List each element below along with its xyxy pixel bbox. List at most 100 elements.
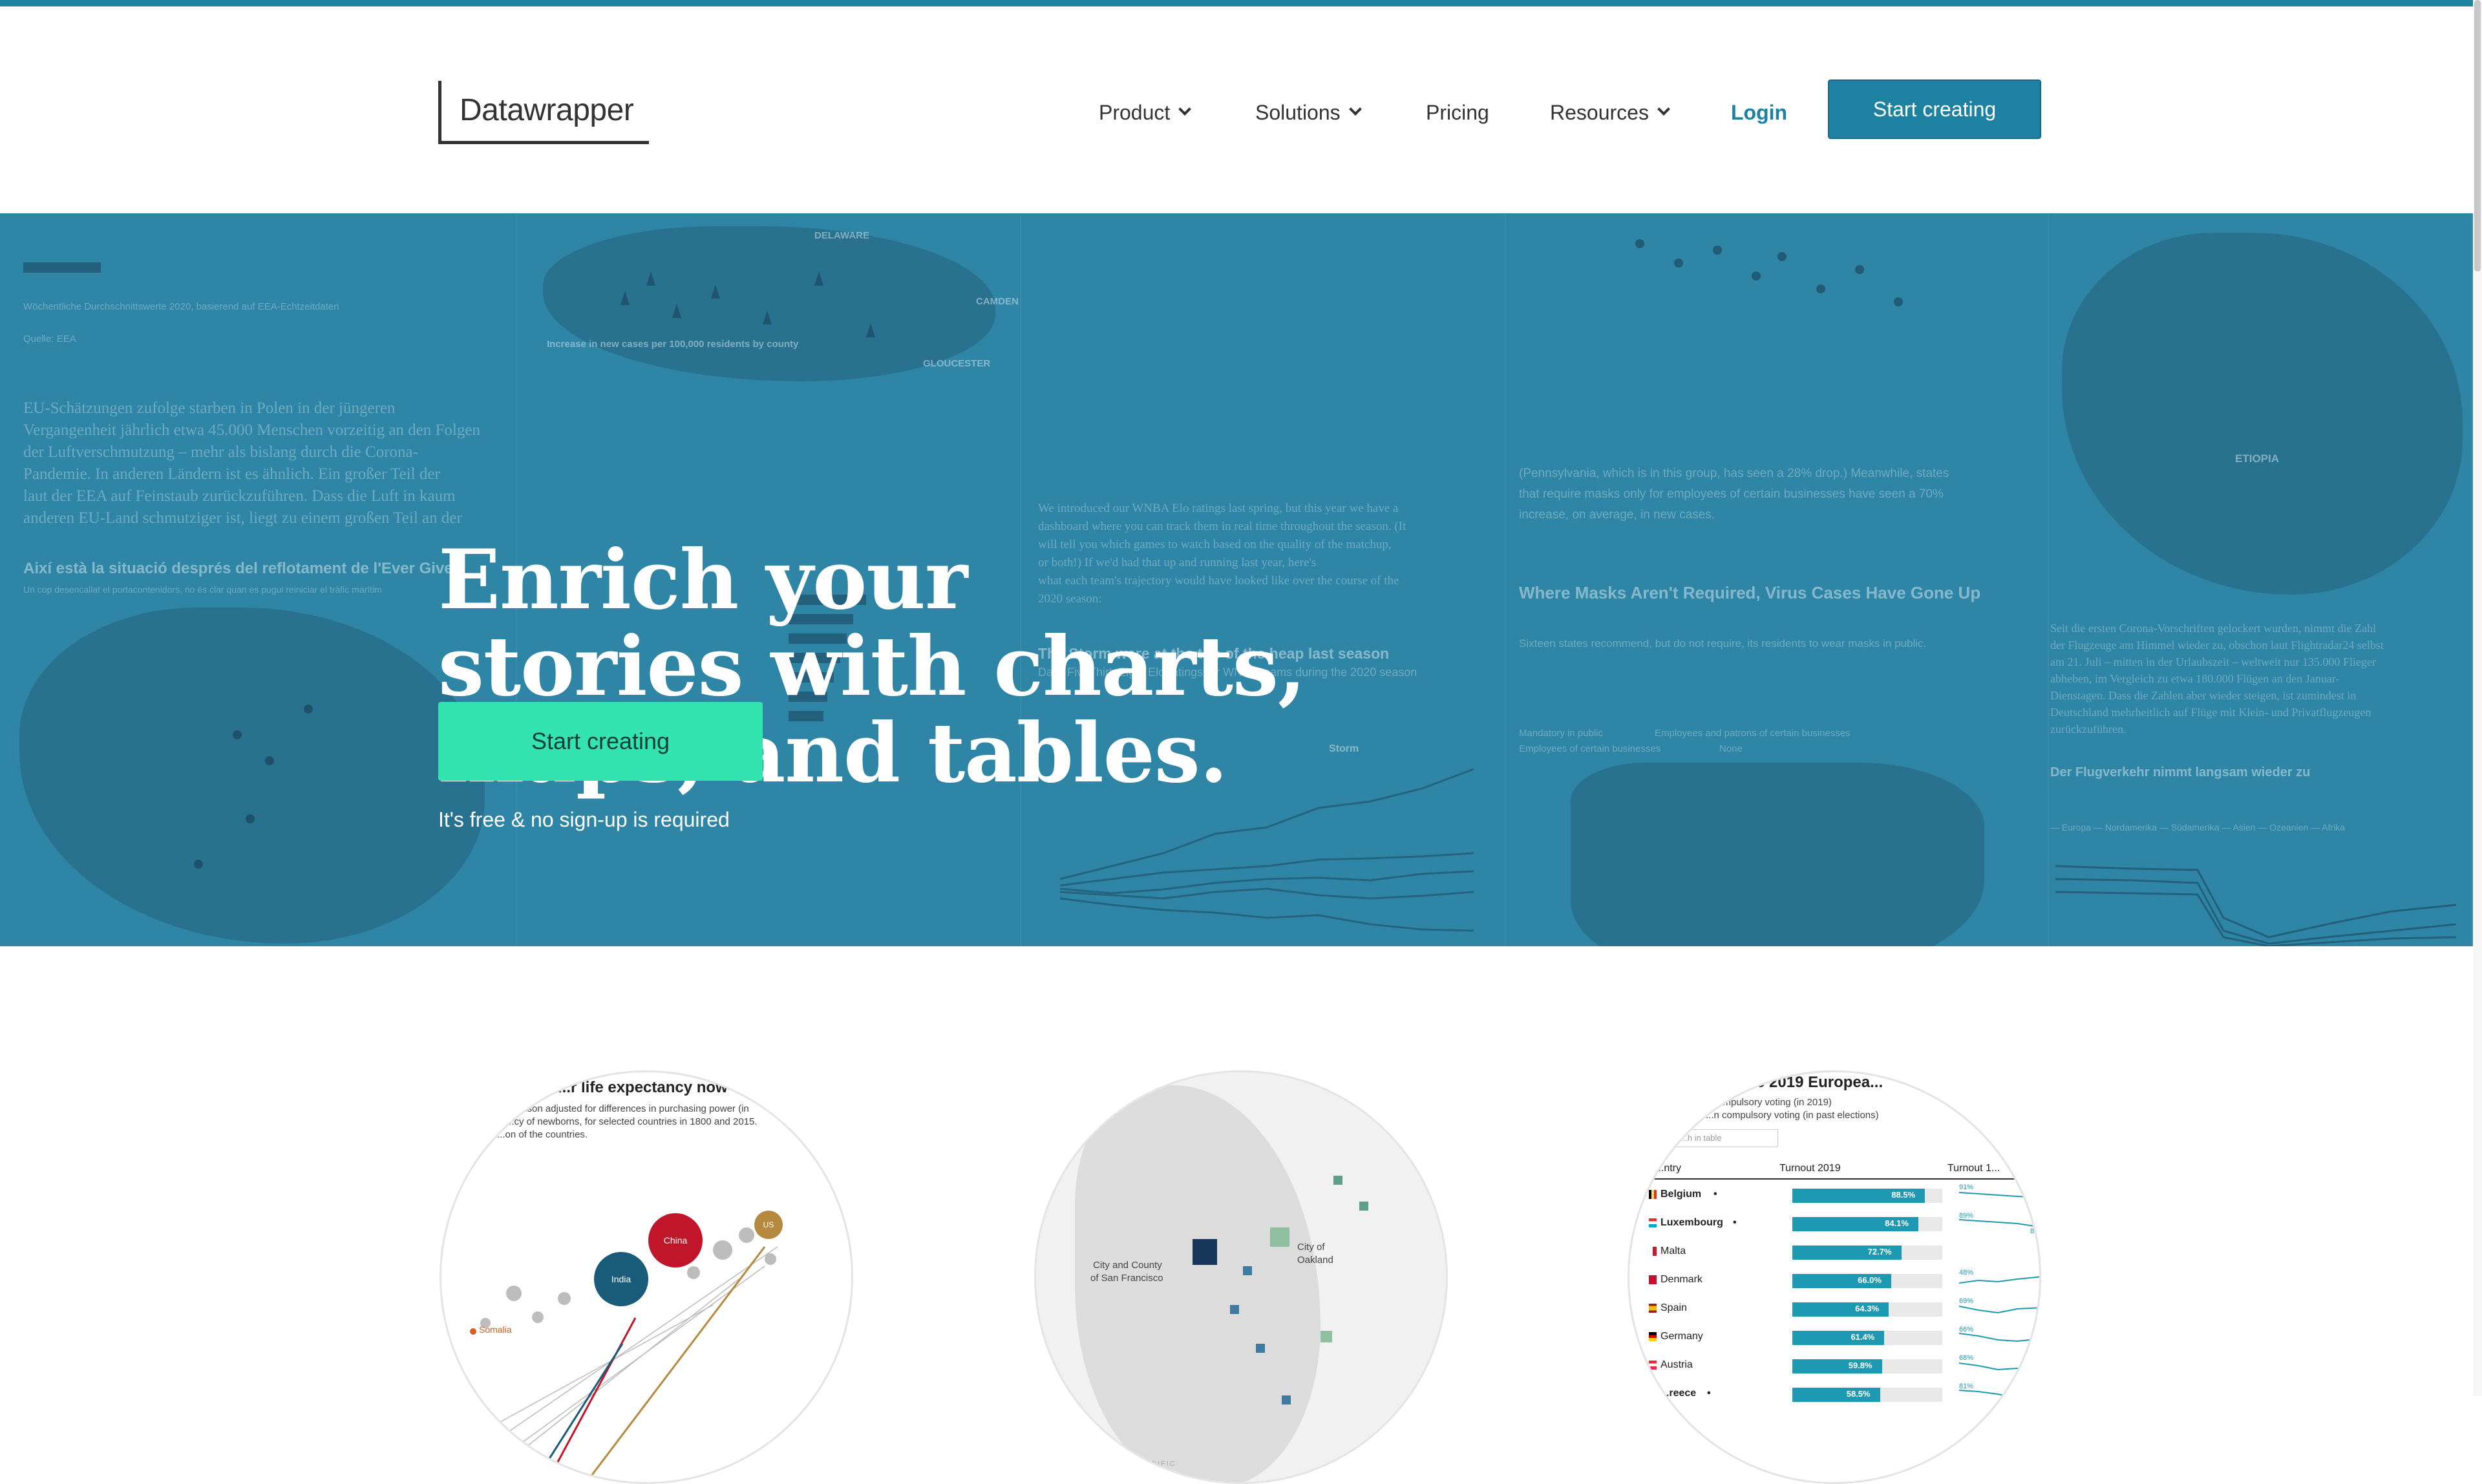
header-start-creating-button[interactable]: Start creating: [1828, 80, 2041, 139]
site-header: Datawrapper Product Solutions Pricing Re…: [0, 6, 2482, 213]
table-title: ...e 2019 Europea...: [1743, 1074, 1883, 1091]
table-sparkline: [1959, 1276, 2039, 1284]
showcase-scatter-chart[interactable]: ...r life expectancy now ...son adjusted…: [440, 1070, 853, 1484]
collage-legend-entry: Employees and patrons of certain busines…: [1655, 728, 1851, 739]
scatter-point: [713, 1240, 732, 1260]
collage-map-shape: [2062, 233, 2463, 595]
table-header-turnout-history[interactable]: Turnout 1...: [1947, 1163, 2000, 1174]
collage-paragraph-line: (Pennsylvania, which is in this group, h…: [1519, 467, 1949, 480]
table-subtitle-line: ...n compulsory voting (in past election…: [1706, 1110, 1879, 1121]
nav-pricing[interactable]: Pricing: [1426, 100, 1489, 125]
scatter-point: [506, 1286, 522, 1301]
table-search-input[interactable]: ...h in table: [1675, 1129, 1778, 1147]
collage-legend-entry: Mandatory in public: [1519, 728, 1604, 739]
table-row: ...reece • 58.5% 81%: [1642, 1383, 2039, 1406]
table-cell-country: Spain: [1660, 1302, 1687, 1313]
collage-chart-title: Increase in new cases per 100,000 reside…: [547, 339, 799, 350]
map-label-ocean: PACIFIC: [1140, 1460, 1176, 1468]
table-row: Denmark 66.0% 48%: [1642, 1269, 2039, 1292]
table-cell-country: Luxembourg: [1660, 1217, 1723, 1228]
collage-scatter-point: [1894, 297, 1903, 306]
table-bar-value: 88.5%: [1891, 1190, 1916, 1200]
nav-pricing-label: Pricing: [1426, 101, 1489, 124]
login-link[interactable]: Login: [1731, 100, 1787, 125]
collage-paragraph-line: Pandemie. In anderen Ländern ist es ähnl…: [23, 465, 440, 483]
collage-paragraph-line: increase, on average, in new cases.: [1519, 508, 1715, 522]
collage-paragraph-line: der Flugzeuge am Himmel wieder zu, obsch…: [2050, 639, 2384, 652]
collage-scatter-point: [1713, 246, 1722, 255]
collage-scatter-point: [1855, 265, 1864, 274]
scatter-point: [687, 1266, 700, 1279]
hero-start-creating-button[interactable]: Start creating: [438, 702, 763, 781]
collage-place-label: CAMDEN: [976, 296, 1019, 307]
map-label-oakland: City of: [1297, 1242, 1325, 1253]
collage-subheading: Un cop desencallat el portacontenidors, …: [23, 584, 382, 595]
nav-solutions[interactable]: Solutions: [1255, 100, 1362, 125]
map-square: [1282, 1395, 1291, 1404]
table-sparkline: [1959, 1333, 2039, 1342]
collage-place-label: GLOUCESTER: [923, 358, 991, 369]
hero-signup-note: It's free & no sign-up is required: [438, 808, 730, 831]
table-bar-value: 61.4%: [1851, 1332, 1875, 1342]
flag-icon: [1649, 1218, 1657, 1227]
collage-map-marker: [814, 271, 823, 286]
nav-resources[interactable]: Resources: [1550, 100, 1670, 125]
map-label-sf: City and County: [1093, 1260, 1162, 1271]
collage-scatter-point: [1816, 284, 1825, 293]
table-bar-value: 84.1%: [1885, 1218, 1909, 1228]
collage-paragraph-line: am 21. Juli – mitten in der Urlaubszeit …: [2050, 655, 2376, 668]
datawrapper-logo[interactable]: Datawrapper: [438, 81, 649, 144]
collage-panel-masks: (Pennsylvania, which is in this group, h…: [1506, 213, 2049, 946]
collage-map-marker: [646, 271, 655, 286]
map-square: [1333, 1176, 1342, 1185]
flag-icon: [1649, 1304, 1657, 1313]
nav-product[interactable]: Product: [1099, 100, 1192, 125]
map-square: [1256, 1344, 1265, 1353]
collage-map-marker: [763, 310, 772, 324]
collage-us-map: [1571, 763, 1984, 946]
collage-paragraph-line: anderen EU-Land schmutziger ist, liegt z…: [23, 509, 462, 527]
collage-legend-entry: Employees of certain businesses: [1519, 743, 1661, 754]
table-cell-marker: •: [1707, 1388, 1711, 1399]
showcase-bay-area-map[interactable]: City and County of San Francisco City of…: [1034, 1070, 1448, 1484]
collage-paragraph-line: der Luftverschmutzung – mehr als bislang…: [23, 443, 418, 461]
scrollbar-thumb[interactable]: [2474, 0, 2481, 271]
collage-map-point: [304, 705, 313, 714]
scatter-label-somalia: Somalia: [479, 1324, 512, 1335]
showcase-turnout-table[interactable]: ...e 2019 Europea... ...mpulsory voting …: [1628, 1070, 2041, 1484]
collage-scatter-point: [1674, 259, 1683, 268]
collage-map-shape: [19, 608, 485, 944]
table-sparkline: [1959, 1390, 2039, 1401]
collage-place-label: DELAWARE: [814, 230, 870, 241]
collage-map-marker: [711, 284, 720, 299]
table-sparkline: [1959, 1192, 2039, 1198]
table-bar-value: 72.7%: [1867, 1247, 1892, 1256]
collage-legend-entry: None: [1719, 743, 1743, 754]
collage-map-marker: [620, 291, 630, 305]
table-sparkline: [1959, 1219, 2039, 1228]
map-square: [1321, 1331, 1332, 1342]
collage-paragraph-line: We introduced our WNBA Elo ratings last …: [1038, 502, 1399, 515]
scatter-point: [532, 1311, 544, 1323]
showcase-section: ...r life expectancy now ...son adjusted…: [0, 946, 2473, 1484]
bubble-china: China: [648, 1213, 703, 1267]
collage-series-label: Storm: [1329, 743, 1359, 754]
page-scrollbar[interactable]: [2473, 0, 2482, 1396]
collage-paragraph-line: EU-Schätzungen zufolge starben in Polen …: [23, 399, 396, 417]
collage-map-point: [246, 814, 255, 823]
hero-title-line: stories with charts,: [438, 619, 1306, 714]
collage-region-label: ETIOPIA: [2235, 452, 2280, 465]
hero-title-line: Enrich your: [438, 532, 968, 628]
table-header-country[interactable]: ...ntry: [1655, 1163, 1681, 1174]
map-square-oakland: [1270, 1227, 1289, 1247]
collage-heading: Where Masks Aren't Required, Virus Cases…: [1519, 583, 1981, 602]
collage-heading: Així està la situació després del reflot…: [23, 560, 463, 577]
table-header-turnout-2019[interactable]: Turnout 2019: [1779, 1163, 1841, 1174]
table-row: Spain 64.3% 69%: [1642, 1297, 2039, 1320]
table-bar-value: 66.0%: [1858, 1275, 1882, 1285]
table-subtitle-line: ...mpulsory voting (in 2019): [1715, 1097, 1832, 1108]
collage-map-point: [265, 756, 274, 765]
map-square: [1359, 1202, 1368, 1211]
table-bar-value: 58.5%: [1846, 1389, 1871, 1399]
table-cell-country: Germany: [1660, 1331, 1703, 1342]
